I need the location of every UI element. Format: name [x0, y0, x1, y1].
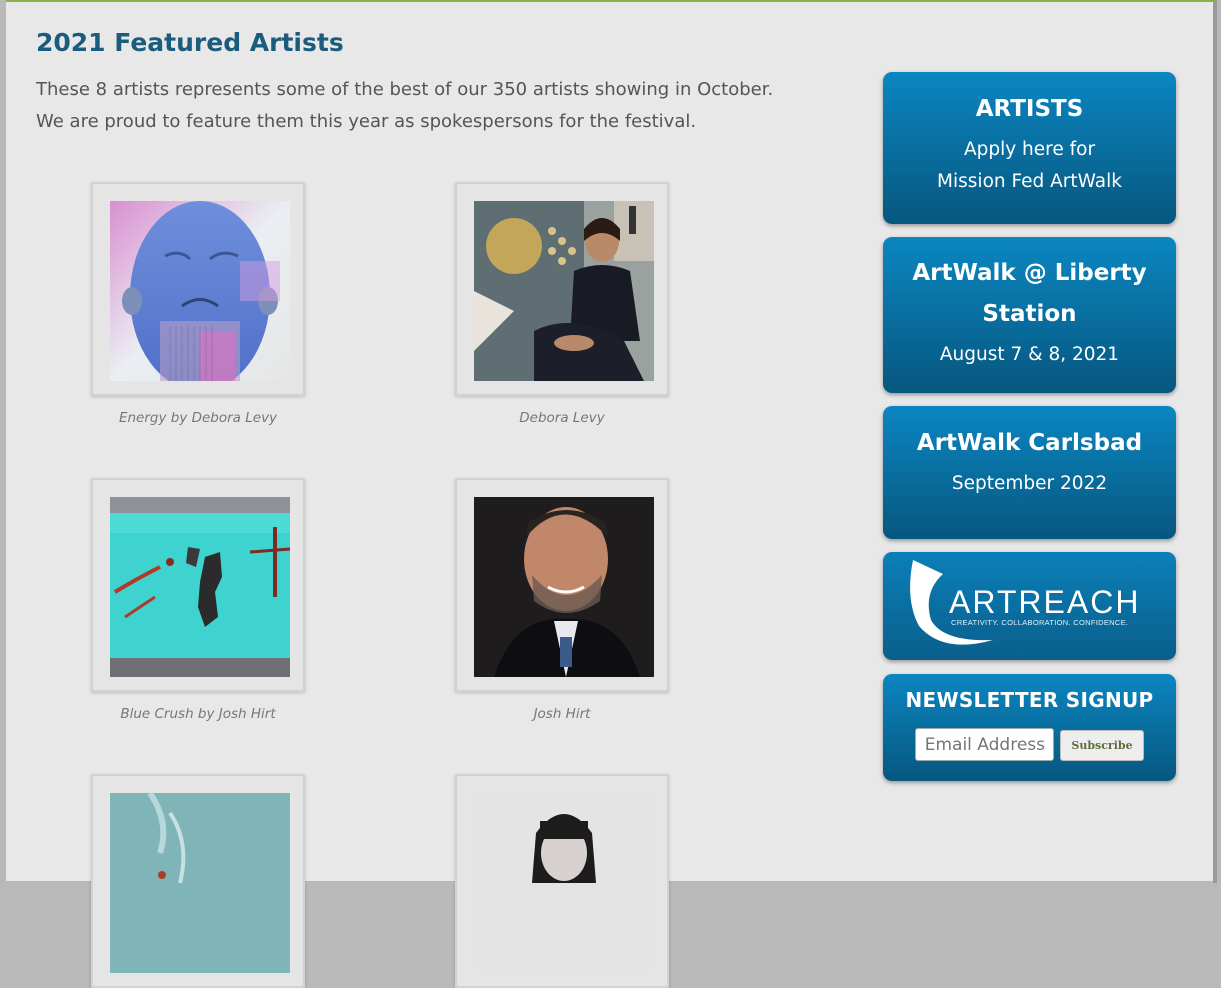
- energy-artwork-image: [110, 201, 290, 381]
- artreach-logo-text: ARTREACH: [949, 584, 1141, 620]
- carlsbad-box[interactable]: ArtWalk Carlsbad September 2022: [883, 406, 1176, 539]
- gallery-caption: Debora Levy: [519, 410, 605, 426]
- intro-line-1: These 8 artists represents some of the b…: [36, 79, 774, 100]
- gallery-item-josh-hirt[interactable]: [455, 478, 669, 692]
- artists-box-line2: Mission Fed ArtWalk: [937, 171, 1122, 192]
- gallery-item-underwater[interactable]: [91, 774, 305, 988]
- blue-crush-artwork-image: [110, 497, 290, 677]
- gallery-item-blue-crush[interactable]: [91, 478, 305, 692]
- page-content: 2021 Featured Artists These 8 artists re…: [6, 0, 1217, 988]
- artreach-tagline: CREATIVITY. COLLABORATION. CONFIDENCE.: [951, 618, 1129, 627]
- portrait-woman-photo: [474, 793, 654, 973]
- intro-text: These 8 artists represents some of the b…: [36, 74, 836, 138]
- subscribe-button[interactable]: Subscribe: [1060, 730, 1144, 761]
- gallery-item-energy[interactable]: [91, 182, 305, 396]
- gallery-caption: Energy by Debora Levy: [118, 410, 278, 426]
- artreach-banner[interactable]: ARTREACH CREATIVITY. COLLABORATION. CONF…: [883, 552, 1176, 660]
- underwater-artwork-image: [110, 793, 290, 973]
- liberty-date: August 7 & 8, 2021: [939, 344, 1120, 365]
- email-field[interactable]: [915, 728, 1054, 761]
- artists-box-title: ARTISTS: [975, 96, 1084, 122]
- artists-box-line1: Apply here for: [963, 139, 1096, 160]
- newsletter-box: NEWSLETTER SIGNUP Subscribe: [883, 674, 1176, 781]
- artists-apply-box[interactable]: ARTISTS Apply here for Mission Fed ArtWa…: [883, 72, 1176, 224]
- carlsbad-title: ArtWalk Carlsbad: [916, 430, 1143, 456]
- page-edge: [1213, 2, 1217, 883]
- josh-hirt-photo: [474, 497, 654, 677]
- liberty-title-line1: ArtWalk @ Liberty: [912, 260, 1147, 286]
- gallery-caption: Josh Hirt: [533, 706, 591, 722]
- gallery-item-debora-levy[interactable]: [455, 182, 669, 396]
- artreach-logo: ARTREACH CREATIVITY. COLLABORATION. CONF…: [883, 552, 1176, 660]
- liberty-title-line2: Station: [982, 301, 1077, 327]
- carlsbad-date: September 2022: [951, 473, 1108, 494]
- gallery-caption: Blue Crush by Josh Hirt: [120, 706, 276, 722]
- intro-line-2: We are proud to feature them this year a…: [36, 111, 697, 132]
- newsletter-title: NEWSLETTER SIGNUP: [905, 688, 1154, 712]
- liberty-station-box[interactable]: ArtWalk @ Liberty Station August 7 & 8, …: [883, 237, 1176, 393]
- debora-levy-photo: [474, 201, 654, 381]
- gallery-item-portrait-woman[interactable]: [455, 774, 669, 988]
- page-title: 2021 Featured Artists: [36, 28, 344, 57]
